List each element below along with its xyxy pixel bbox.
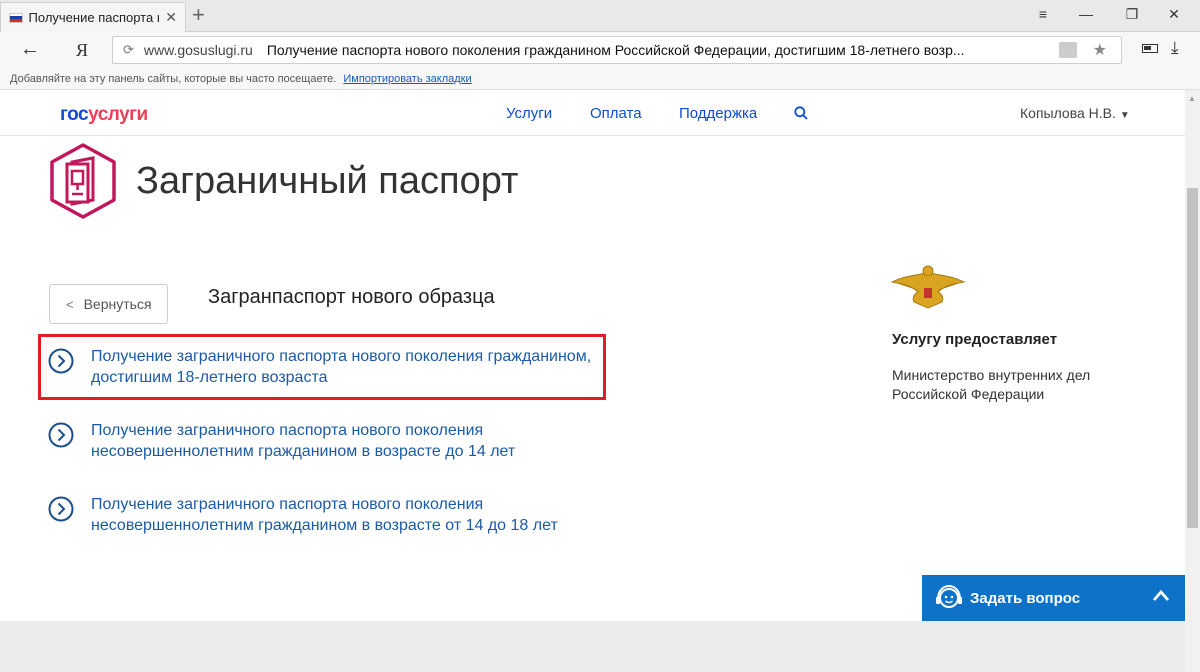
browser-menu-icon[interactable]: ≡	[1033, 6, 1053, 22]
back-button[interactable]: < Вернуться	[49, 284, 168, 324]
service-link-14-to-18[interactable]: Получение заграничного паспорта нового п…	[48, 494, 608, 536]
provider-label: Услугу предоставляет	[892, 331, 1058, 348]
user-menu[interactable]: Копылова Н.В. ▼	[1020, 105, 1130, 121]
minimize-button[interactable]: —	[1076, 6, 1096, 22]
url-page-title: Получение паспорта нового поколения граж…	[266, 42, 965, 58]
maximize-button[interactable]: ❐	[1122, 6, 1142, 23]
service-link-text[interactable]: достигшим 18-летнего возраста	[91, 367, 591, 388]
bookmark-star-icon[interactable]: ★	[1093, 40, 1107, 60]
service-link-text[interactable]: Получение заграничного паспорта нового п…	[91, 494, 558, 515]
battery-saver-icon[interactable]	[1142, 44, 1158, 53]
service-link-under-14[interactable]: Получение заграничного паспорта нового п…	[48, 420, 608, 462]
section-title: Загранпаспорт нового образца	[208, 286, 495, 308]
address-toolbar: ← Я ⟳ www.gosuslugi.ru Получение паспорт…	[0, 32, 1200, 68]
tab-title: Получение паспорта но	[28, 10, 160, 25]
import-bookmarks-link[interactable]: Импортировать закладки	[343, 73, 471, 85]
chevron-left-icon: <	[66, 296, 74, 312]
site-header: госуслуги Услуги Оплата Поддержка Копыло…	[0, 90, 1185, 136]
chevron-circle-icon	[48, 422, 74, 448]
ask-question-label: Задать вопрос	[970, 589, 1081, 607]
reload-icon[interactable]: ⟳	[123, 42, 134, 58]
url-domain: www.gosuslugi.ru	[143, 42, 253, 58]
service-link-adult[interactable]: Получение заграничного паспорта нового п…	[48, 346, 608, 388]
page-scrollbar[interactable]: ▲	[1185, 90, 1200, 672]
nav-payment[interactable]: Оплата	[590, 105, 642, 122]
russian-flag-icon	[9, 12, 23, 23]
browser-tab[interactable]: Получение паспорта но ✕	[0, 2, 186, 32]
scroll-up-icon[interactable]: ▲	[1188, 94, 1196, 103]
bookmarks-hint: Добавляйте на эту панель сайты, которые …	[10, 73, 337, 85]
mvd-eagle-emblem-icon	[890, 265, 966, 309]
scroll-thumb[interactable]	[1187, 188, 1198, 528]
chevron-down-icon: ▼	[1119, 110, 1130, 121]
chevron-circle-icon	[48, 496, 74, 522]
service-link-text[interactable]: Получение заграничного паспорта нового п…	[91, 346, 591, 367]
download-icon[interactable]: ⤓	[1171, 38, 1179, 58]
reader-mode-icon[interactable]	[1059, 42, 1077, 58]
gosuslugi-logo[interactable]: госуслуги	[60, 104, 148, 126]
search-icon[interactable]	[794, 106, 808, 120]
service-link-text[interactable]: Получение заграничного паспорта нового п…	[91, 420, 515, 441]
page-title: Заграничный паспорт	[136, 160, 519, 202]
chevron-circle-icon	[48, 348, 74, 374]
service-link-text[interactable]: несовершеннолетним гражданином в возраст…	[91, 515, 558, 536]
chevron-up-icon[interactable]	[1151, 586, 1171, 606]
footer-band	[0, 621, 1185, 672]
tab-close-icon[interactable]: ✕	[165, 9, 177, 26]
service-link-text[interactable]: несовершеннолетним гражданином в возраст…	[91, 441, 515, 462]
yandex-logo-icon[interactable]: Я	[76, 40, 88, 61]
passport-hexagon-icon	[50, 143, 116, 219]
browser-tab-bar: Получение паспорта но ✕ + ≡ — ❐ ✕	[0, 0, 1200, 32]
url-bar[interactable]: ⟳ www.gosuslugi.ru Получение паспорта но…	[112, 36, 1122, 64]
nav-services[interactable]: Услуги	[506, 105, 552, 122]
back-arrow-icon[interactable]: ←	[20, 38, 40, 61]
close-window-button[interactable]: ✕	[1164, 6, 1184, 23]
provider-name: Министерство внутренних дел Российской Ф…	[892, 367, 1091, 402]
nav-support[interactable]: Поддержка	[679, 105, 757, 122]
new-tab-button[interactable]: +	[192, 4, 205, 26]
chat-bot-icon	[936, 584, 962, 608]
bookmarks-bar: Добавляйте на эту панель сайты, которые …	[0, 68, 1200, 90]
ask-question-widget[interactable]: Задать вопрос	[922, 575, 1185, 621]
